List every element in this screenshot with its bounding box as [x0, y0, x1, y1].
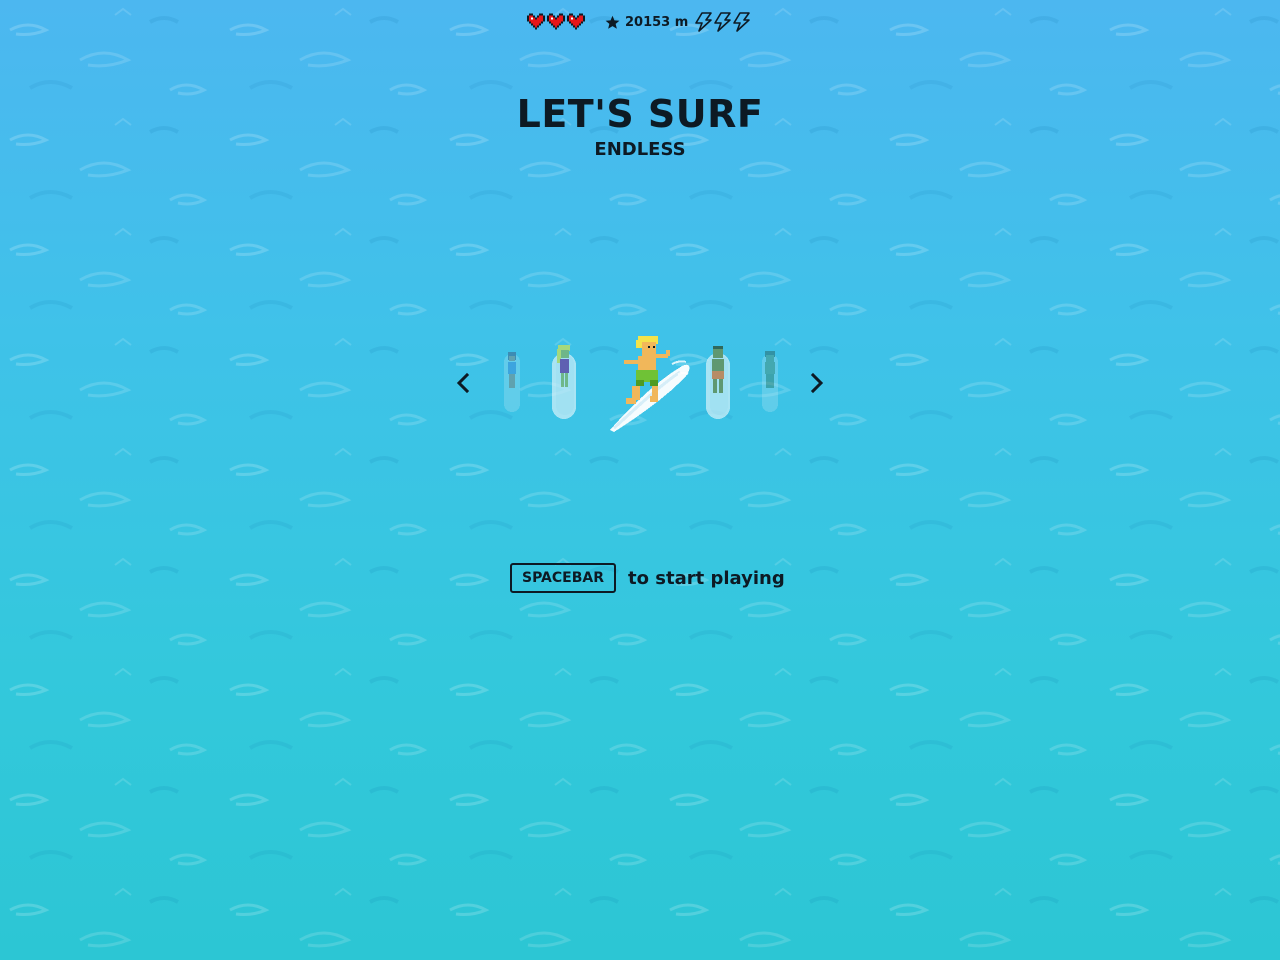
lightning-bolt-icon	[714, 12, 731, 32]
start-prompt-text: to start playing	[628, 567, 785, 589]
heart-icon	[567, 13, 585, 30]
heart-icon	[527, 13, 545, 30]
selected-surfer-character[interactable]	[602, 334, 694, 434]
game-mode-label: ENDLESS	[594, 139, 686, 160]
boost-display	[694, 12, 754, 32]
lives-display	[527, 13, 587, 31]
character-option[interactable]	[754, 348, 786, 414]
distance-score: 20153 m	[605, 12, 688, 32]
spacebar-key[interactable]: SPACEBAR	[510, 563, 617, 593]
lightning-bolt-icon	[695, 12, 712, 32]
character-option[interactable]	[700, 343, 736, 421]
distance-value: 20153 m	[625, 14, 689, 30]
lightning-bolt-icon	[733, 12, 750, 32]
character-option[interactable]	[496, 348, 528, 414]
start-prompt: SPACEBAR to start playing	[510, 563, 785, 593]
hud-bar: 20153 m	[0, 12, 1280, 32]
chevron-right-icon[interactable]	[804, 368, 828, 398]
star-icon	[605, 15, 620, 29]
game-title: LET'S SURF	[516, 92, 764, 136]
chevron-left-icon[interactable]	[452, 368, 476, 398]
character-option[interactable]	[546, 343, 582, 421]
heart-icon	[547, 13, 565, 30]
